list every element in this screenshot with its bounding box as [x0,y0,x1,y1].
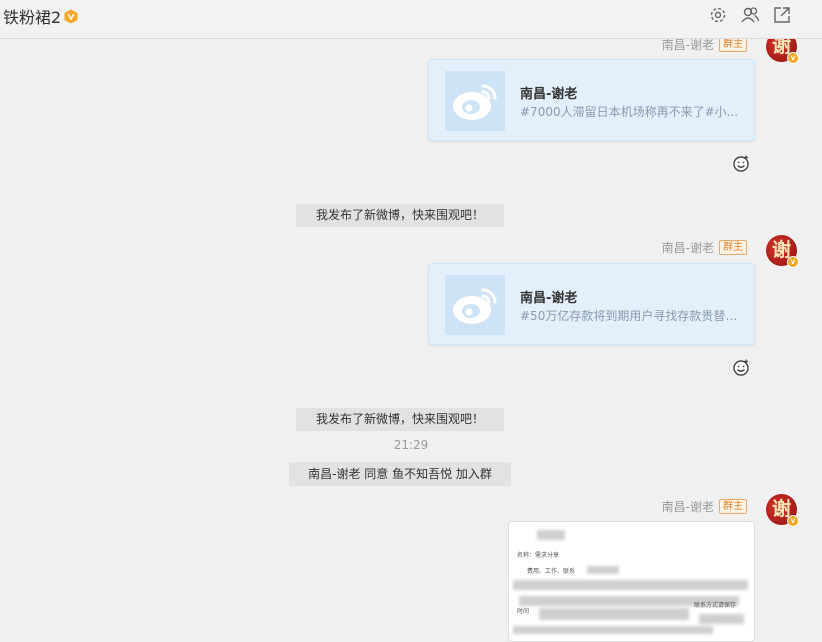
join-notice: 南昌-谢老 同意 鱼不知吾悦 加入群 [289,462,511,486]
vip-badge-icon [64,9,78,23]
sender-meta: 南昌-谢老 群主 [662,498,747,515]
blurred-region [537,530,565,540]
image-text-line: 名称：需求分享 [517,552,560,559]
card-description: #7000人滞留日本机场称再不来了#小... [520,105,739,119]
system-notice: 我发布了新微博，快来围观吧！ [296,408,504,431]
message-list[interactable]: 南昌-谢老 群主 谢 v 南昌-谢老 #7000人滞留日本机场称再不来了#小..… [0,39,822,642]
card-title: 南昌-谢老 [520,291,578,306]
settings-icon[interactable] [708,5,728,25]
weibo-share-card[interactable]: 南昌-谢老 #7000人滞留日本机场称再不来了#小... [428,59,755,141]
weibo-share-card[interactable]: 南昌-谢老 #50万亿存款将到期用户寻找存款贵替#... [428,263,755,345]
timestamp: 21:29 [393,438,429,452]
image-text-line: 时间 [517,608,530,615]
sender-name: 南昌-谢老 [661,39,714,52]
avatar[interactable]: 谢 v [766,39,799,64]
chat-header: 铁粉裙2 [0,0,822,39]
owner-badge: 群主 [719,240,747,255]
verified-icon: v [787,515,799,527]
avatar[interactable]: 谢 v [766,494,799,527]
blurred-region [513,626,713,634]
system-notice: 我发布了新微博，快来围观吧！ [296,204,504,227]
image-message[interactable]: 名称：需求分享 费用、工作、联系 时间 联系方式请保存 [508,521,755,642]
header-actions [708,5,792,25]
sender-name: 南昌-谢老 [661,500,714,514]
avatar[interactable]: 谢 v [766,235,799,268]
verified-icon: v [787,256,799,268]
group-title: 铁粉裙2 [3,4,78,28]
blurred-region [587,566,619,574]
popout-icon[interactable] [772,5,792,25]
blurred-region [699,614,744,624]
image-text-line: 联系方式请保存 [694,602,737,609]
weibo-logo-icon [445,275,505,335]
sender-name: 南昌-谢老 [661,241,714,255]
blurred-region [513,580,748,590]
blurred-region [539,608,689,620]
image-text-line: 费用、工作、联系 [527,568,576,575]
weibo-logo-icon [445,71,505,131]
owner-badge: 群主 [719,499,747,514]
group-name: 铁粉裙2 [3,8,62,27]
sender-meta: 南昌-谢老 群主 [662,39,747,53]
card-title: 南昌-谢老 [520,87,578,102]
card-description: #50万亿存款将到期用户寻找存款贵替#... [520,309,740,323]
members-icon[interactable] [740,5,760,25]
sender-meta: 南昌-谢老 群主 [662,239,747,256]
verified-icon: v [787,52,799,64]
emoji-reaction-icon[interactable] [731,357,751,377]
emoji-reaction-icon[interactable] [731,153,751,173]
owner-badge: 群主 [719,39,747,52]
